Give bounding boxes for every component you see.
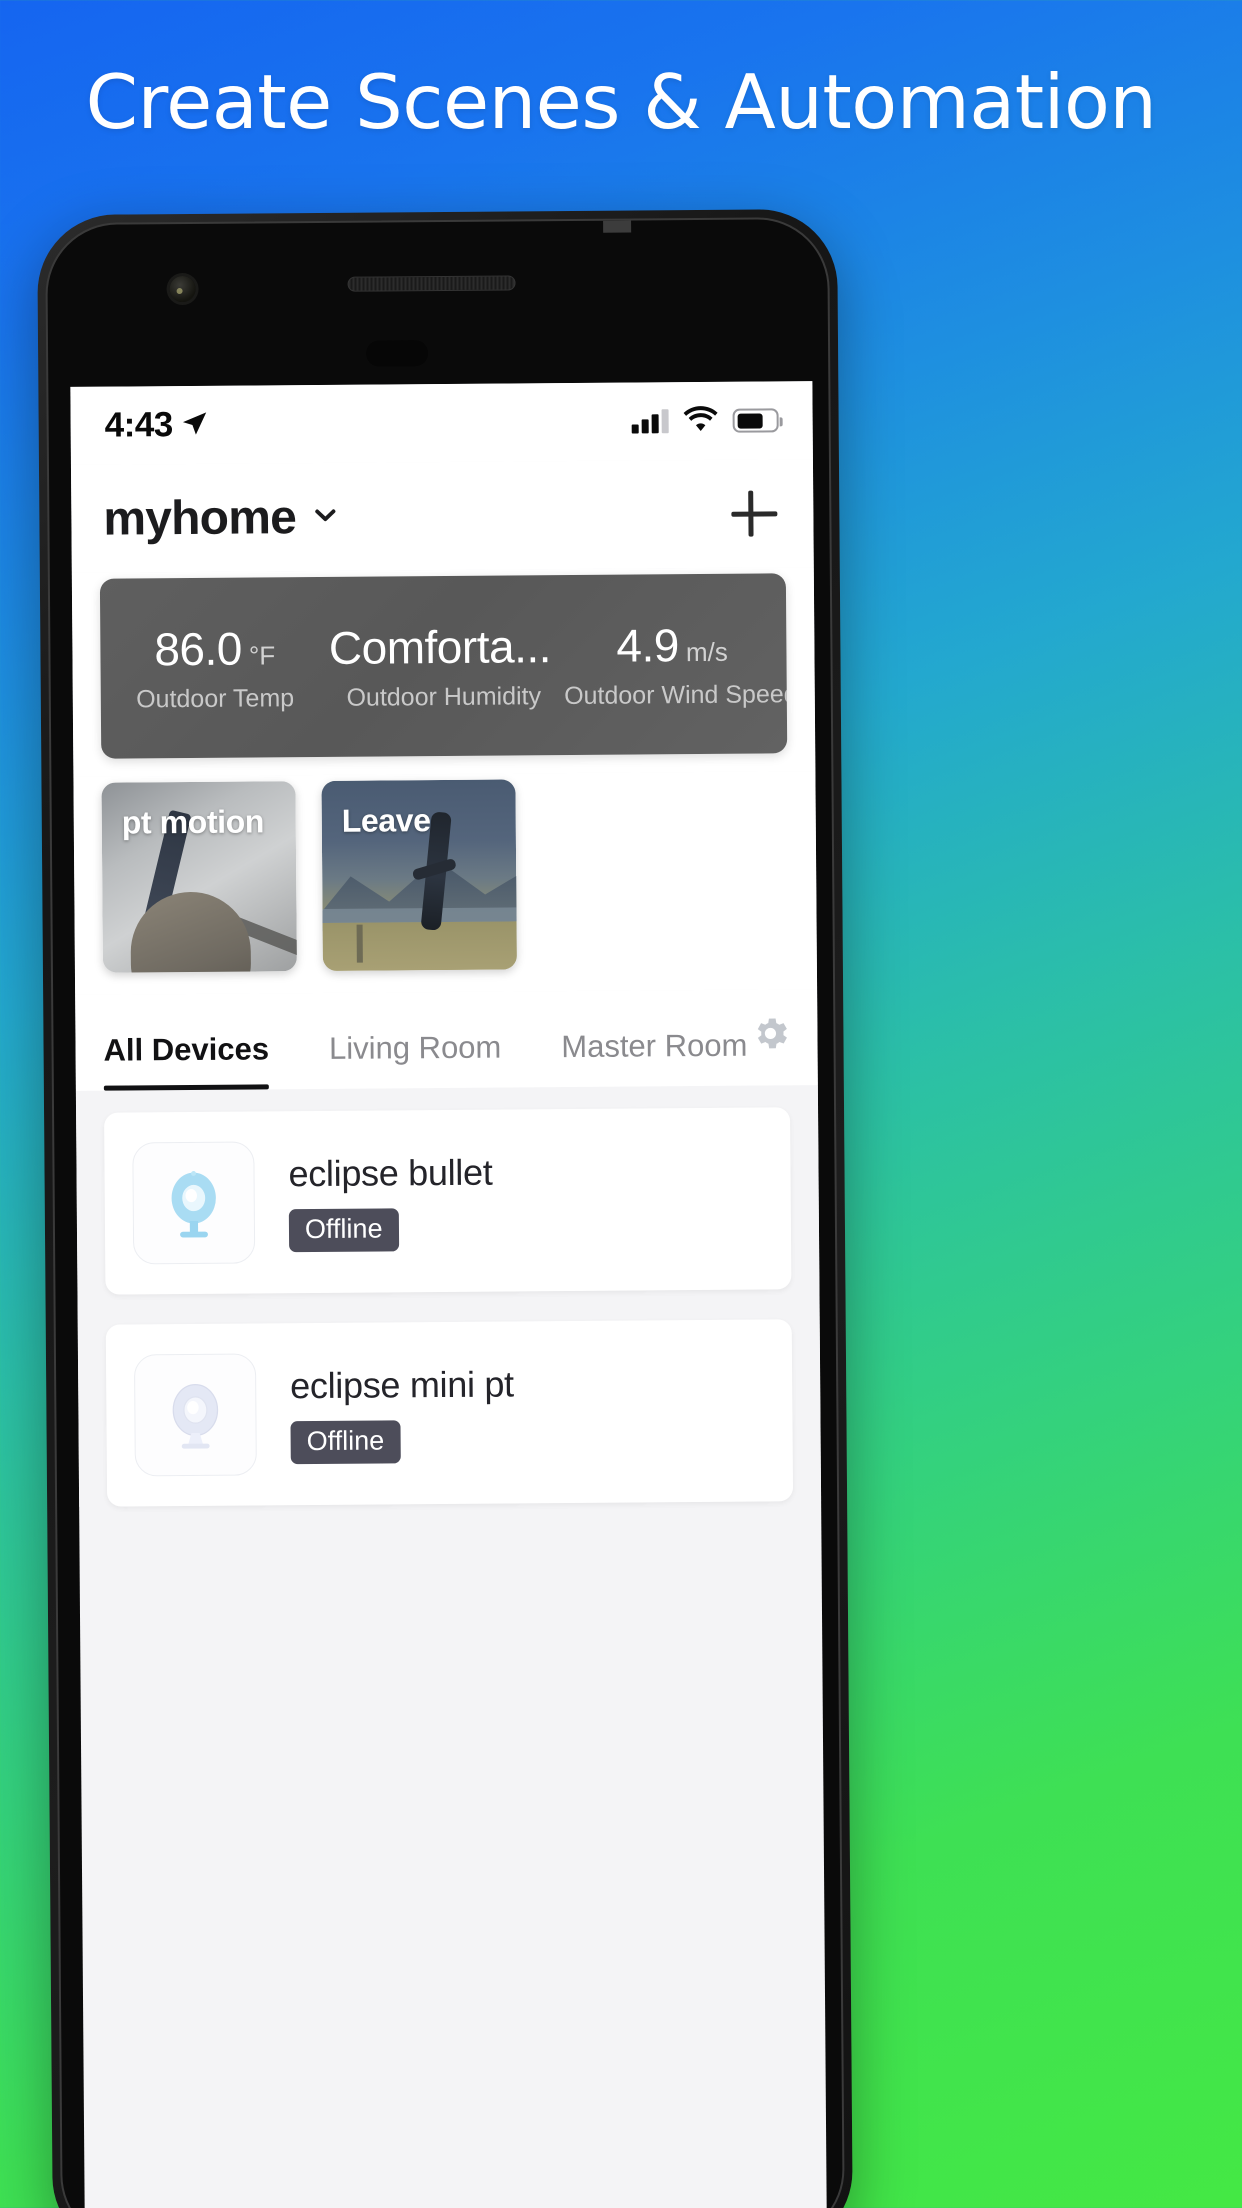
status-bar-left: 4:43 — [104, 405, 208, 446]
weather-section: 86.0 °F Outdoor Temp Comforta... Outdoor… — [71, 567, 816, 777]
metric-value: 4.9 — [616, 619, 680, 672]
status-badge: Offline — [290, 1419, 401, 1464]
status-bar-clock: 4:43 — [104, 405, 173, 445]
device-name: eclipse mini pt — [290, 1362, 514, 1406]
device-list: eclipse bullet Offline eclipse mini pt O… — [75, 1085, 822, 1507]
proximity-sensor — [365, 340, 429, 367]
device-info: eclipse mini pt Offline — [290, 1363, 514, 1464]
tab-all-devices[interactable]: All Devices — [103, 1031, 269, 1090]
wifi-icon — [683, 405, 718, 436]
chevron-down-icon — [310, 499, 340, 534]
tab-label: All Devices — [103, 1031, 270, 1068]
phone-screen: 4:43 myhome 86.0 °F Outdoor Temp Comfort… — [70, 381, 827, 2208]
metric-label: Outdoor Humidity — [346, 682, 542, 712]
scene-card[interactable]: Leave — [321, 779, 517, 971]
weather-metric-outdoor-humidity: Comforta... Outdoor Humidity — [329, 619, 558, 713]
weather-metric-outdoor-wind-speed: 4.9 m/s Outdoor Wind Speed — [558, 617, 787, 711]
status-badge: Offline — [288, 1207, 399, 1252]
device-info: eclipse bullet Offline — [288, 1151, 493, 1252]
camera-mini-pt-icon — [133, 1353, 257, 1477]
volume-up-button[interactable] — [832, 818, 842, 1009]
phone-bezel: 4:43 myhome 86.0 °F Outdoor Temp Comfort… — [45, 216, 845, 2208]
weather-card[interactable]: 86.0 °F Outdoor Temp Comforta... Outdoor… — [99, 573, 788, 759]
power-button[interactable] — [831, 608, 840, 729]
scene-title: Leave — [341, 802, 431, 839]
scene-card[interactable]: pt motion — [101, 781, 297, 973]
device-name: eclipse bullet — [288, 1151, 493, 1194]
battery-icon — [732, 408, 779, 433]
tab-label: Living Room — [328, 1029, 502, 1066]
home-name-label: myhome — [103, 490, 297, 546]
volume-down-button[interactable] — [834, 1038, 843, 1229]
tab-living-room[interactable]: Living Room — [329, 1030, 502, 1089]
tab-label: Master Room — [561, 1027, 748, 1065]
location-arrow-icon — [181, 408, 209, 441]
metric-value: 86.0 — [154, 622, 243, 676]
home-selector[interactable]: myhome — [103, 489, 340, 546]
camera-bullet-icon — [132, 1141, 256, 1265]
cellular-signal-icon — [631, 409, 669, 434]
metric-unit: m/s — [685, 636, 728, 668]
mute-switch[interactable] — [45, 345, 48, 380]
phone-device-frame: 4:43 myhome 86.0 °F Outdoor Temp Comfort… — [37, 208, 853, 2208]
app-header: myhome — [70, 459, 814, 573]
scenes-section: pt motion Leave — [73, 771, 818, 995]
status-bar-right — [631, 405, 779, 437]
weather-metric-outdoor-temp: 86.0 °F Outdoor Temp — [100, 621, 329, 715]
gear-icon[interactable] — [749, 1012, 791, 1059]
status-bar: 4:43 — [70, 381, 813, 465]
metric-label: Outdoor Wind Speed — [564, 680, 787, 711]
metric-unit: °F — [248, 640, 276, 671]
device-card-eclipse-mini-pt[interactable]: eclipse mini pt Offline — [105, 1319, 794, 1507]
room-tabs: All Devices Living Room Master Room — [75, 989, 818, 1091]
device-card-eclipse-bullet[interactable]: eclipse bullet Offline — [104, 1107, 792, 1295]
front-camera-icon — [169, 275, 196, 303]
earpiece-speaker — [347, 275, 516, 292]
metric-value: Comforta... — [328, 620, 552, 674]
promo-headline: Create Scenes & Automation — [85, 58, 1157, 146]
tab-master-room[interactable]: Master Room — [561, 1028, 747, 1087]
metric-label: Outdoor Temp — [136, 684, 295, 714]
scene-title: pt motion — [121, 803, 265, 841]
antenna-band — [603, 220, 632, 233]
add-device-button[interactable] — [727, 486, 781, 540]
